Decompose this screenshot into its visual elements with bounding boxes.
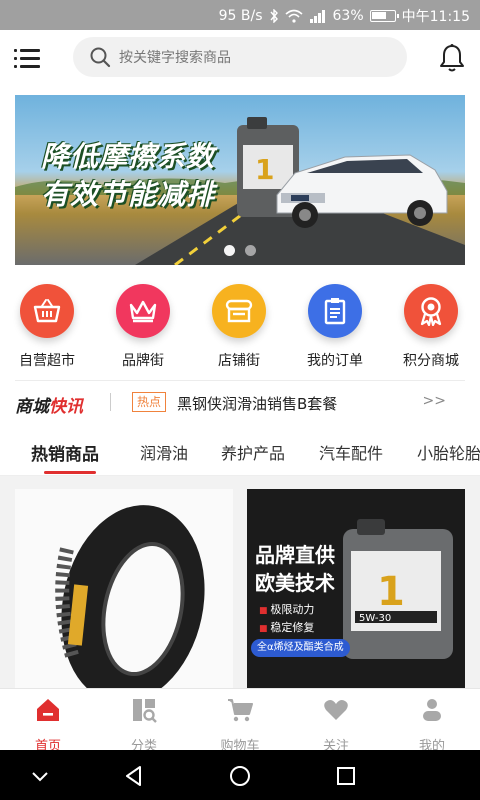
banner-headline-1: 降低摩擦系数 (41, 140, 216, 173)
basket-icon (20, 284, 74, 338)
category-store-street[interactable]: 店铺街 (204, 284, 274, 370)
category-label: 店铺街 (218, 353, 260, 369)
news-logo-part1: 商城 (15, 397, 49, 417)
product-grid: 1 5W-30 品牌直供 欧美技术 极限动力 稳定修复 全α烯烃及酯类合成 (0, 476, 480, 688)
svg-text:1: 1 (255, 153, 274, 186)
divider (15, 380, 465, 381)
clock: 中午11:15 (401, 9, 470, 25)
network-speed: 95 B/s (218, 8, 263, 24)
recent-apps-icon[interactable] (334, 764, 358, 788)
news-ticker: 商城快讯 热点 黑钢侠润滑油销售B套餐 >> (0, 380, 480, 426)
battery-icon (369, 10, 399, 22)
category-label: 自营超市 (19, 353, 75, 369)
nav-cart[interactable]: 购物车 (192, 697, 288, 754)
back-icon[interactable] (122, 764, 146, 788)
crown-icon (116, 284, 170, 338)
store-icon (212, 284, 266, 338)
tab-hot-products[interactable]: 热销商品 (31, 440, 99, 465)
user-icon (423, 699, 441, 721)
nav-category[interactable]: 分类 (96, 697, 192, 754)
app-header: 按关键字搜索商品 (0, 30, 480, 86)
tab-lubricants[interactable]: 润滑油 (140, 440, 188, 464)
category-label: 我的订单 (307, 353, 363, 369)
award-icon (404, 284, 458, 338)
ad-title-2: 欧美技术 (255, 571, 335, 595)
battery-percent: 63% (332, 8, 364, 24)
tab-auto-parts[interactable]: 汽车配件 (319, 440, 383, 464)
search-input[interactable]: 按关键字搜索商品 (73, 37, 407, 77)
cart-icon (228, 699, 253, 722)
banner-dot-1[interactable] (224, 245, 235, 256)
category-icon (133, 699, 157, 723)
heart-icon (324, 700, 348, 720)
bell-icon[interactable] (438, 43, 466, 73)
category-brand-street[interactable]: 品牌街 (108, 284, 178, 370)
category-label: 品牌街 (122, 353, 164, 369)
product-card-motor-oil[interactable]: 1 5W-30 品牌直供 欧美技术 极限动力 稳定修复 全α烯烃及酯类合成 (247, 489, 465, 688)
banner-headline-2: 有效节能减排 (41, 178, 216, 211)
tab-maintenance[interactable]: 养护产品 (221, 440, 285, 464)
home-circle-icon[interactable] (228, 764, 252, 788)
wifi-icon (284, 9, 303, 23)
tab-tires[interactable]: 小胎轮胎 (417, 440, 480, 464)
banner-dot-2[interactable] (245, 245, 256, 256)
status-bar: 95 B/s 63% 中午11:15 (0, 0, 480, 30)
tire-image (55, 505, 205, 688)
news-logo: 商城快讯 (15, 392, 83, 417)
category-my-orders[interactable]: 我的订单 (300, 284, 370, 370)
ad-bullet-1: 极限动力 (259, 601, 314, 617)
category-self-run-supermarket[interactable]: 自营超市 (12, 284, 82, 370)
svg-text:1: 1 (377, 569, 405, 615)
news-more-link[interactable]: >> (423, 393, 446, 409)
system-nav-bar (0, 750, 480, 800)
ad-bullet-2: 稳定修复 (259, 619, 314, 635)
category-label: 积分商城 (403, 353, 459, 369)
product-card-tire[interactable] (15, 489, 233, 688)
active-tab-indicator (44, 471, 96, 474)
news-logo-part2: 快讯 (49, 397, 83, 417)
nav-profile[interactable]: 我的 (384, 697, 480, 754)
order-list-icon (308, 284, 362, 338)
news-separator (110, 393, 111, 411)
category-shortcuts: 自营超市 品牌街 店铺街 我的订单 积分商城 (0, 272, 480, 380)
nav-home[interactable]: 首页 (0, 697, 96, 754)
search-placeholder: 按关键字搜索商品 (119, 50, 231, 66)
search-icon (90, 47, 111, 68)
ad-title-1: 品牌直供 (255, 543, 335, 567)
status-indicators: 95 B/s 63% 中午11:15 (219, 6, 470, 26)
svg-text:5W-30: 5W-30 (359, 613, 391, 624)
chevron-down-icon[interactable] (28, 764, 52, 788)
banner-section: 1 降低摩擦系数 有效节能减排 (0, 86, 480, 272)
product-tabs: 热销商品 润滑油 养护产品 汽车配件 小胎轮胎 (0, 426, 480, 476)
bottom-nav: 首页 分类 购物车 关注 我的 (0, 688, 480, 754)
bluetooth-icon (269, 9, 278, 23)
category-points-mall[interactable]: 积分商城 (396, 284, 466, 370)
signal-icon (309, 10, 325, 23)
menu-icon[interactable] (14, 46, 42, 70)
hot-tag: 热点 (132, 392, 167, 412)
banner-pagination (224, 245, 256, 256)
news-headline[interactable]: 黑钢侠润滑油销售B套餐 (177, 393, 337, 414)
home-icon (37, 699, 59, 721)
nav-follow[interactable]: 关注 (288, 697, 384, 754)
ad-feature-pill: 全α烯烃及酯类合成 (251, 639, 350, 657)
promo-banner[interactable]: 1 降低摩擦系数 有效节能减排 (15, 95, 465, 265)
